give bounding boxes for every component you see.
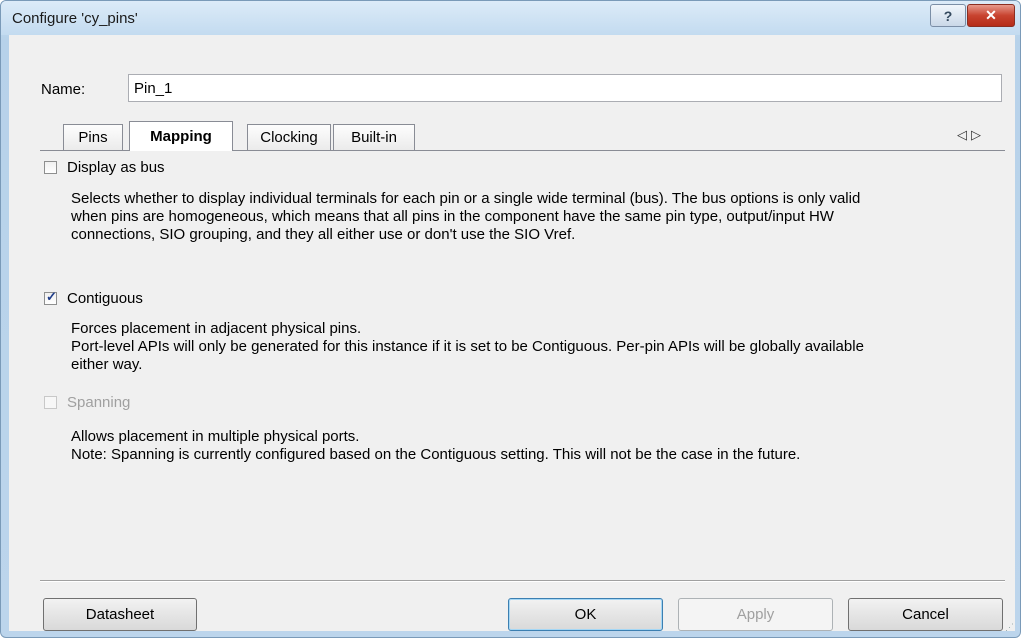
tab-pins[interactable]: Pins: [63, 124, 123, 150]
spanning-label: Spanning: [67, 394, 131, 411]
dialog-window: Configure 'cy_pins' ? ✕ Name: Pins Mappi…: [0, 0, 1021, 638]
spanning-checkbox: [44, 396, 57, 409]
help-icon: ?: [943, 7, 953, 24]
datasheet-button[interactable]: Datasheet: [43, 598, 197, 631]
scroll-right-icon[interactable]: ▷: [971, 127, 985, 142]
title-bar[interactable]: Configure 'cy_pins' ? ✕: [1, 1, 1020, 35]
tab-label: Mapping: [150, 128, 212, 145]
contiguous-description: Forces placement in adjacent physical pi…: [71, 320, 864, 373]
contiguous-row[interactable]: ✓ Contiguous: [44, 289, 143, 307]
tab-clocking[interactable]: Clocking: [247, 124, 331, 150]
datasheet-button-label: Datasheet: [85, 606, 155, 623]
close-button[interactable]: ✕: [967, 4, 1015, 27]
tab-built-in[interactable]: Built-in: [333, 124, 415, 150]
checkmark-icon: ✓: [46, 289, 57, 304]
name-label: Name:: [41, 81, 86, 98]
cancel-button[interactable]: Cancel: [848, 598, 1003, 631]
tab-scroll-arrows: ◁▷: [957, 127, 985, 143]
ok-button-label: OK: [574, 606, 597, 623]
ok-button[interactable]: OK: [508, 598, 663, 631]
spanning-row: Spanning: [44, 394, 130, 411]
tab-label: Built-in: [351, 129, 397, 146]
apply-button: Apply: [678, 598, 833, 631]
display-as-bus-description: Selects whether to display individual te…: [71, 190, 861, 243]
scroll-left-icon[interactable]: ◁: [957, 127, 971, 142]
tab-mapping[interactable]: Mapping: [129, 121, 233, 151]
button-separator: [40, 580, 1005, 582]
cancel-button-label: Cancel: [902, 606, 949, 623]
window-title: Configure 'cy_pins': [12, 10, 138, 27]
apply-button-label: Apply: [736, 606, 775, 623]
tab-label: Pins: [78, 129, 108, 146]
display-as-bus-checkbox[interactable]: [44, 161, 57, 174]
spanning-description: Allows placement in multiple physical po…: [71, 428, 801, 463]
contiguous-label: Contiguous: [67, 290, 143, 307]
help-button[interactable]: ?: [930, 4, 966, 27]
name-input[interactable]: [128, 74, 1002, 102]
contiguous-checkbox[interactable]: ✓: [44, 289, 57, 305]
display-as-bus-row[interactable]: Display as bus: [44, 159, 165, 176]
resize-grip-icon[interactable]: ⋰: [1005, 622, 1014, 633]
close-icon: ✕: [985, 7, 997, 23]
display-as-bus-label: Display as bus: [67, 159, 165, 176]
tab-label: Clocking: [260, 129, 318, 146]
